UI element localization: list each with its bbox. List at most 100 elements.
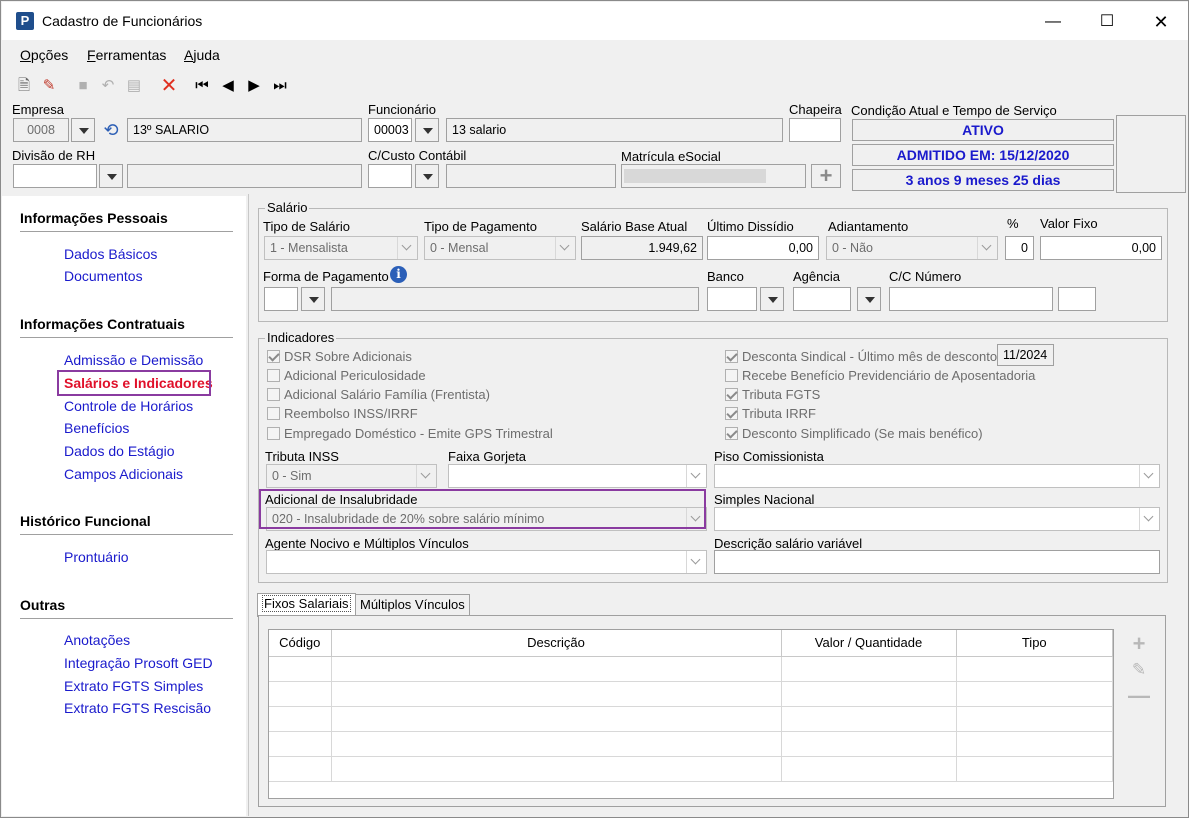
col-codigo[interactable]: Código <box>269 630 332 657</box>
banco-dropdown-button[interactable] <box>760 287 784 311</box>
col-tipo[interactable]: Tipo <box>956 630 1113 657</box>
col-valor-quantidade[interactable]: Valor / Quantidade <box>781 630 957 657</box>
chk-reembolso-inss[interactable]: Reembolso INSS/IRRF <box>267 406 418 421</box>
section-informacoes-contratuais: Informações Contratuais <box>20 316 185 332</box>
chk-tributa-irrf[interactable]: Tributa IRRF <box>725 406 816 421</box>
ccusto-code-field[interactable] <box>368 164 412 188</box>
first-record-icon[interactable]: ⏮ <box>192 76 212 96</box>
link-admissao-demissao[interactable]: Admissão e Demissão <box>64 352 203 368</box>
tab-fixos-salariais[interactable]: Fixos Salariais <box>257 593 356 617</box>
chk-desconto-simplificado[interactable]: Desconto Simplificado (Se mais benéfico) <box>725 426 983 441</box>
table-row[interactable] <box>269 681 1113 707</box>
undo-icon[interactable]: ↶ <box>98 76 118 96</box>
simples-nacional-select[interactable] <box>714 507 1160 531</box>
edit-pencil-icon[interactable]: ✎ <box>39 76 59 96</box>
link-documentos[interactable]: Documentos <box>64 268 143 284</box>
ultimo-mes-desconto-field[interactable]: 11/2024 <box>997 344 1054 366</box>
info-icon[interactable]: i <box>390 266 407 283</box>
empresa-label: Empresa <box>12 102 65 117</box>
menu-bar: Opções Ferramentas Ajuda <box>2 41 1188 69</box>
chk-beneficio-previdenciario[interactable]: Recebe Benefício Previdenciário de Apose… <box>725 368 1035 383</box>
link-beneficios[interactable]: Benefícios <box>64 420 129 436</box>
ccusto-dropdown-button[interactable] <box>415 164 439 188</box>
empresa-dropdown-button[interactable] <box>71 118 95 142</box>
menu-ferramentas[interactable]: Ferramentas <box>87 47 166 63</box>
link-integracao-ged[interactable]: Integração Prosoft GED <box>64 655 213 671</box>
last-record-icon[interactable]: ⏭ <box>270 76 290 96</box>
table-row[interactable] <box>269 756 1113 782</box>
tab-multiplos-vinculos[interactable]: Múltiplos Vínculos <box>355 594 470 616</box>
link-extrato-fgts-rescisao[interactable]: Extrato FGTS Rescisão <box>64 700 211 716</box>
new-document-icon[interactable]: 🗎 <box>14 76 34 96</box>
link-anotacoes[interactable]: Anotações <box>64 632 130 648</box>
divisao-code-field[interactable] <box>13 164 97 188</box>
table-row[interactable] <box>269 656 1113 682</box>
minimize-button[interactable]: — <box>1038 10 1068 34</box>
matricula-label: Matrícula eSocial <box>621 149 721 164</box>
ultimo-dissidio-field[interactable]: 0,00 <box>707 236 819 260</box>
tipo-salario-label: Tipo de Salário <box>263 219 350 234</box>
tipo-salario-select[interactable]: 1 - Mensalista <box>264 236 418 260</box>
faixa-gorjeta-select[interactable] <box>448 464 707 488</box>
tipo-pagamento-select[interactable]: 0 - Mensal <box>424 236 576 260</box>
empresa-code-field[interactable]: 0008 <box>13 118 69 142</box>
agencia-dropdown-button[interactable] <box>857 287 881 311</box>
delete-icon[interactable]: ✕ <box>159 76 179 96</box>
chk-salario-familia[interactable]: Adicional Salário Família (Frentista) <box>267 387 490 402</box>
salario-base-label: Salário Base Atual <box>581 219 688 234</box>
edit-row-icon[interactable]: ✎ <box>1128 659 1150 681</box>
fixos-salariais-grid[interactable]: Código Descrição Valor / Quantidade Tipo <box>268 629 1114 799</box>
tributa-inss-select[interactable]: 0 - Sim <box>266 464 437 488</box>
chapeira-field[interactable] <box>789 118 841 142</box>
save-icon[interactable]: ■ <box>73 76 93 96</box>
link-controle-horarios[interactable]: Controle de Horários <box>64 398 193 414</box>
chk-desconta-sindical[interactable]: Desconta Sindical - Último mês de descon… <box>725 349 997 364</box>
menu-opcoes[interactable]: Opções <box>20 47 68 63</box>
cc-numero-field[interactable] <box>889 287 1053 311</box>
table-row[interactable] <box>269 731 1113 757</box>
maximize-button[interactable]: ☐ <box>1092 10 1122 34</box>
link-dados-basicos[interactable]: Dados Básicos <box>64 246 157 262</box>
link-dados-estagio[interactable]: Dados do Estágio <box>64 443 175 459</box>
next-record-icon[interactable]: ▶ <box>244 76 264 96</box>
previous-record-icon[interactable]: ◀ <box>218 76 238 96</box>
forma-pagamento-code-field[interactable] <box>264 287 298 311</box>
funcionario-dropdown-button[interactable] <box>415 118 439 142</box>
chk-dsr-adicionais[interactable]: DSR Sobre Adicionais <box>267 349 412 364</box>
valor-fixo-field[interactable]: 0,00 <box>1040 236 1162 260</box>
divisao-label: Divisão de RH <box>12 148 96 163</box>
funcionario-label: Funcionário <box>368 102 436 117</box>
print-icon[interactable]: ▤ <box>124 76 144 96</box>
close-button[interactable]: ✕ <box>1146 10 1176 34</box>
divisao-dropdown-button[interactable] <box>99 164 123 188</box>
descricao-salario-field[interactable] <box>714 550 1160 574</box>
banco-label: Banco <box>707 269 744 284</box>
chk-empregado-domestico[interactable]: Empregado Doméstico - Emite GPS Trimestr… <box>267 426 553 441</box>
piso-comissionista-select[interactable] <box>714 464 1160 488</box>
refresh-arrow-icon[interactable]: ⟲ <box>99 119 123 141</box>
funcionario-code-field[interactable]: 00003 <box>368 118 412 142</box>
divisao-name-field <box>127 164 362 188</box>
forma-pagamento-dropdown-button[interactable] <box>301 287 325 311</box>
menu-ajuda[interactable]: Ajuda <box>184 47 220 63</box>
chk-tributa-fgts[interactable]: Tributa FGTS <box>725 387 820 402</box>
app-logo-icon: P <box>16 12 34 30</box>
add-row-icon[interactable]: + <box>1128 633 1150 655</box>
agencia-field[interactable] <box>793 287 851 311</box>
remove-row-icon[interactable]: — <box>1128 685 1150 707</box>
col-descricao[interactable]: Descrição <box>331 630 782 657</box>
tributa-inss-label: Tributa INSS <box>265 449 339 464</box>
employee-photo[interactable] <box>1116 115 1186 193</box>
add-matricula-button[interactable]: + <box>811 164 841 188</box>
table-row[interactable] <box>269 706 1113 732</box>
link-prontuario[interactable]: Prontuário <box>64 549 129 565</box>
banco-field[interactable] <box>707 287 757 311</box>
chk-adicional-periculosidade[interactable]: Adicional Periculosidade <box>267 368 426 383</box>
cc-digito-field[interactable] <box>1058 287 1096 311</box>
adiantamento-select[interactable]: 0 - Não <box>826 236 998 260</box>
link-extrato-fgts-simples[interactable]: Extrato FGTS Simples <box>64 678 203 694</box>
chapeira-label: Chapeira <box>789 102 842 117</box>
agente-nocivo-select[interactable] <box>266 550 707 574</box>
percent-field[interactable]: 0 <box>1005 236 1034 260</box>
link-campos-adicionais[interactable]: Campos Adicionais <box>64 466 183 482</box>
